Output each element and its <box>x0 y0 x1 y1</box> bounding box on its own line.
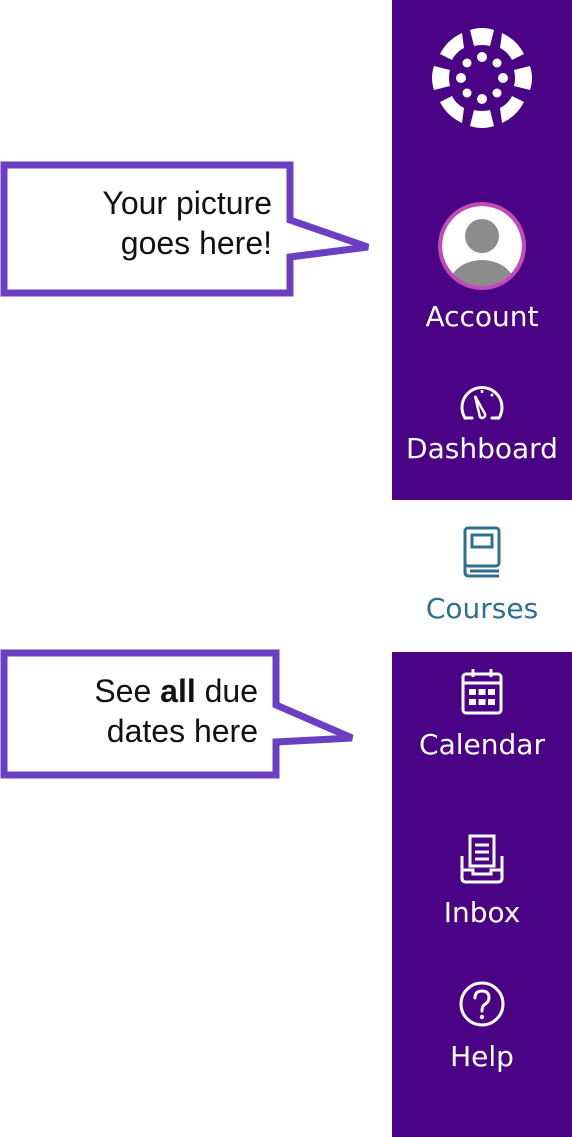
dashboard-gauge-icon <box>460 386 504 420</box>
callout-picture-line2: goes here! <box>120 225 272 261</box>
book-icon <box>463 526 501 578</box>
nav-label-help: Help <box>450 1040 514 1073</box>
canvas-logo-link[interactable] <box>392 28 572 128</box>
nav-item-help[interactable]: Help <box>392 980 572 1073</box>
nav-item-dashboard[interactable]: Dashboard <box>392 384 572 465</box>
callout-picture: Your picture goes here! <box>0 155 380 305</box>
question-circle-icon <box>459 981 505 1027</box>
nav-label-inbox: Inbox <box>443 896 521 929</box>
callout-due-bold: all <box>160 673 196 709</box>
callout-due-dates-line1: See all due <box>94 671 258 711</box>
callout-picture-line1: Your picture <box>102 185 272 221</box>
inbox-tray-icon <box>460 834 504 884</box>
nav-label-dashboard: Dashboard <box>406 432 558 465</box>
nav-item-calendar[interactable]: Calendar <box>392 668 572 761</box>
callout-due-dates: See all due dates here <box>0 645 380 785</box>
nav-item-inbox[interactable]: Inbox <box>392 834 572 929</box>
nav-item-account[interactable]: Account <box>392 200 572 333</box>
calendar-icon <box>461 669 503 715</box>
nav-label-calendar: Calendar <box>419 728 545 761</box>
callout-due-dates-text: See all due dates here <box>94 671 258 751</box>
callout-due-dates-line2: dates here <box>106 713 258 749</box>
callout-due-prefix: See <box>94 673 161 709</box>
callout-picture-text: Your picture goes here! <box>102 183 272 263</box>
callout-due-suffix: due <box>195 673 258 709</box>
canvas-logo-icon <box>432 28 532 128</box>
nav-label-courses: Courses <box>425 592 539 625</box>
avatar-icon <box>438 202 526 290</box>
nav-label-account: Account <box>425 300 539 333</box>
nav-item-courses[interactable]: Courses <box>392 526 572 625</box>
